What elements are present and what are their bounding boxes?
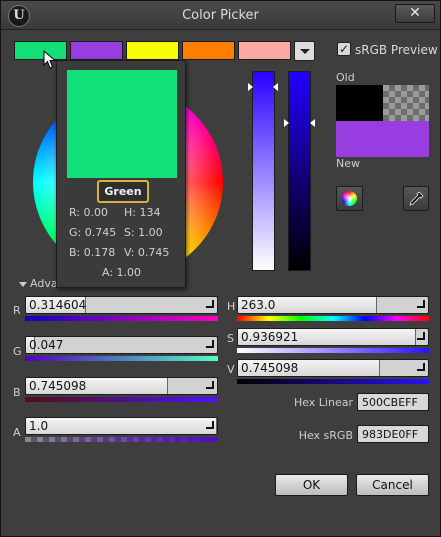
alpha-label: A — [13, 426, 21, 439]
value-gradient-strip — [237, 379, 429, 384]
hex-srgb-label: Hex sRGB — [298, 429, 353, 442]
saturation-marker-right[interactable] — [273, 83, 278, 91]
color-wheel-mode-button[interactable] — [336, 186, 363, 211]
swatch-tooltip: Green R: 0.00 H: 134 G: 0.745 S: 1.00 B:… — [56, 60, 186, 288]
resize-grip-icon — [206, 381, 214, 389]
tooltip-color-name: Green — [97, 180, 149, 203]
eyedropper-button[interactable] — [403, 186, 429, 211]
new-color-swatch — [336, 121, 429, 157]
saved-swatch-4[interactable] — [182, 41, 235, 60]
hue-gradient-strip — [237, 316, 429, 321]
srgb-preview-checkbox[interactable]: ✓ — [337, 42, 351, 56]
saved-swatch-1[interactable] — [14, 41, 67, 60]
old-alpha-swatch — [383, 85, 429, 121]
saved-swatch-3[interactable] — [126, 41, 179, 60]
saturation-value: 0.936921 — [241, 330, 299, 344]
blue-value: 0.745098 — [29, 379, 87, 393]
hue-slider[interactable]: 263.0 — [237, 296, 429, 314]
hue-label: H — [227, 300, 236, 313]
expand-triangle-icon — [19, 281, 27, 287]
advanced-label: Adva — [30, 277, 58, 290]
alpha-value: 1.0 — [29, 419, 49, 433]
swatch-dropdown-button[interactable] — [294, 41, 315, 61]
close-button[interactable]: ✕ — [395, 4, 435, 23]
window-title: Color Picker — [182, 8, 259, 23]
value-slider[interactable]: 0.745098 — [237, 359, 429, 377]
resize-grip-icon — [417, 363, 425, 371]
old-color-swatch — [336, 85, 383, 121]
saved-swatch-2[interactable] — [70, 41, 123, 60]
eyedropper-icon — [409, 191, 424, 206]
alpha-gradient-strip — [25, 437, 218, 442]
cancel-button[interactable]: Cancel — [356, 474, 429, 496]
title-bar[interactable]: U Color Picker ✕ — [1, 1, 440, 30]
green-label: G — [13, 345, 22, 358]
blue-label: B — [13, 386, 21, 399]
red-gradient-strip — [25, 316, 218, 321]
hex-srgb-input[interactable]: 983DE0FF — [357, 425, 429, 443]
tooltip-r: R: 0.00 — [69, 206, 108, 219]
mouse-cursor-icon — [43, 50, 57, 69]
advanced-toggle[interactable]: Adva — [19, 277, 58, 290]
tooltip-v: V: 0.745 — [124, 246, 170, 259]
saturation-bar[interactable] — [252, 71, 275, 271]
checkbox-icon: ✓ — [338, 42, 350, 56]
value-value: 0.745098 — [241, 361, 299, 375]
tooltip-color-preview — [67, 70, 177, 178]
resize-grip-icon — [417, 300, 425, 308]
alpha-slider-fill — [26, 418, 217, 434]
srgb-preview-label: sRGB Preview — [355, 43, 438, 57]
saturation-gradient-strip — [237, 348, 429, 353]
color-wheel-icon — [342, 191, 357, 206]
hex-linear-label: Hex Linear — [293, 396, 353, 409]
resize-grip-icon — [206, 421, 214, 429]
value-marker-right[interactable] — [310, 119, 315, 127]
value-label: V — [227, 363, 235, 376]
tooltip-s: S: 1.00 — [124, 226, 163, 239]
red-slider[interactable]: 0.314604 — [25, 296, 218, 314]
resize-grip-icon — [206, 340, 214, 348]
green-value: 0.047 — [29, 338, 64, 352]
alpha-slider[interactable]: 1.0 — [25, 417, 218, 435]
saturation-marker-left[interactable] — [248, 83, 253, 91]
red-label: R — [13, 304, 21, 317]
hue-value: 263.0 — [241, 298, 276, 312]
saved-swatch-5[interactable] — [238, 41, 291, 60]
tooltip-a: A: 1.00 — [102, 266, 142, 279]
tooltip-g: G: 0.745 — [69, 226, 117, 239]
new-color-label: New — [336, 157, 360, 170]
value-marker-left[interactable] — [284, 119, 289, 127]
green-slider[interactable]: 0.047 — [25, 336, 218, 354]
blue-slider[interactable]: 0.745098 — [25, 377, 218, 395]
tooltip-h: H: 134 — [124, 206, 161, 219]
ok-button[interactable]: OK — [275, 474, 348, 496]
resize-grip-icon — [206, 300, 214, 308]
red-value: 0.314604 — [29, 298, 87, 312]
resize-grip-icon — [417, 332, 425, 340]
tooltip-b: B: 0.178 — [69, 246, 116, 259]
blue-gradient-strip — [25, 397, 218, 402]
saturation-label: S — [227, 332, 234, 345]
saturation-slider[interactable]: 0.936921 — [237, 328, 429, 346]
hex-linear-input[interactable]: 500CBEFF — [357, 393, 429, 411]
green-gradient-strip — [25, 356, 218, 361]
old-color-label: Old — [336, 71, 355, 84]
value-bar[interactable] — [288, 71, 311, 271]
color-picker-window: U Color Picker ✕ ✓ sRGB Preview Old New … — [0, 0, 441, 537]
close-icon: ✕ — [409, 5, 421, 21]
